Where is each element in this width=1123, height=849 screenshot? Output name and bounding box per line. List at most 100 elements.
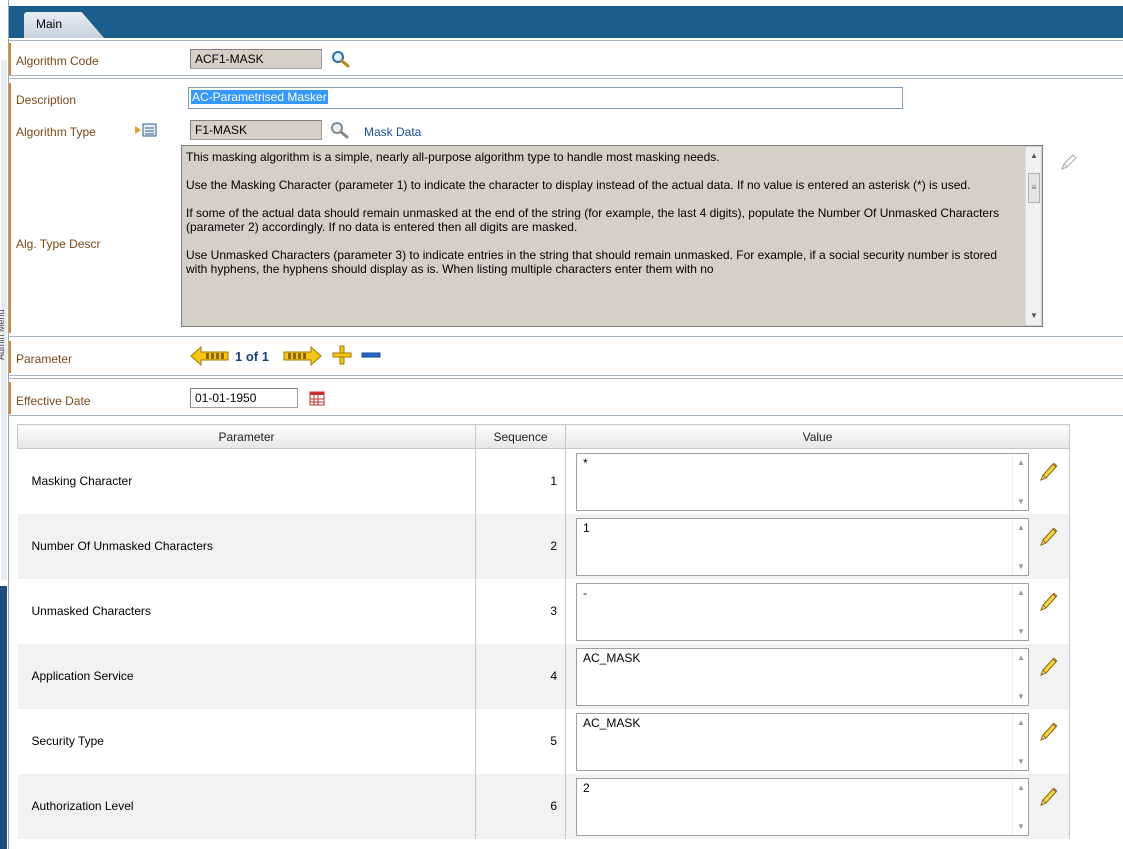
table-row: Number Of Unmasked Characters 2 1 ▲ ▼ bbox=[17, 513, 1070, 579]
previous-arrow-icon[interactable] bbox=[190, 346, 230, 366]
scroll-thumb[interactable]: ≡ bbox=[1028, 173, 1040, 203]
value-text: AC_MASK bbox=[583, 650, 641, 665]
descr-paragraph: Use Unmasked Characters (parameter 3) to… bbox=[186, 248, 998, 276]
parameter-name-cell: Masking Character bbox=[17, 448, 476, 514]
scroll-down-icon[interactable]: ▼ bbox=[1013, 822, 1029, 831]
section-marker bbox=[9, 341, 11, 373]
tab-main[interactable]: Main bbox=[24, 12, 104, 38]
scroll-down-icon[interactable]: ▼ bbox=[1013, 757, 1029, 766]
value-text: 2 bbox=[583, 780, 590, 795]
value-textarea[interactable]: 1 ▲ ▼ bbox=[576, 517, 1029, 576]
parameter-name-cell: Unmasked Characters bbox=[17, 578, 476, 644]
add-icon[interactable] bbox=[332, 345, 352, 365]
parameter-counter: 1 of 1 bbox=[235, 349, 269, 364]
descr-scrollbar[interactable]: ▲ ≡ ▼ bbox=[1025, 147, 1041, 325]
scroll-up-icon[interactable]: ▲ bbox=[1013, 458, 1029, 467]
scroll-up-icon[interactable]: ▲ bbox=[1013, 783, 1029, 792]
column-header-parameter[interactable]: Parameter bbox=[17, 424, 476, 449]
next-arrow-icon[interactable] bbox=[282, 346, 322, 366]
value-cell: AC_MASK ▲ ▼ bbox=[565, 643, 1070, 709]
value-scrollbar[interactable]: ▲ ▼ bbox=[1012, 648, 1029, 705]
parameter-name-cell: Security Type bbox=[17, 708, 476, 774]
value-scrollbar[interactable]: ▲ ▼ bbox=[1012, 454, 1028, 510]
sequence-cell: 2 bbox=[475, 513, 566, 579]
table-row: Authorization Level 6 2 ▲ ▼ bbox=[17, 773, 1070, 839]
sidebar-strip[interactable]: Admin Menu bbox=[0, 0, 9, 849]
context-menu-icon[interactable] bbox=[134, 122, 158, 138]
edit-pencil-icon[interactable] bbox=[1038, 461, 1058, 486]
algorithm-type-field[interactable]: F1-MASK bbox=[190, 120, 322, 140]
section-marker bbox=[9, 382, 11, 414]
edit-pencil-icon[interactable] bbox=[1038, 656, 1058, 681]
scroll-down-icon[interactable]: ▼ bbox=[1013, 627, 1029, 636]
value-cell: 2 ▲ ▼ bbox=[565, 773, 1070, 839]
scroll-up-icon[interactable]: ▲ bbox=[1013, 718, 1029, 727]
edit-pencil-icon[interactable] bbox=[1038, 721, 1058, 746]
value-textarea[interactable]: AC_MASK ▲ ▼ bbox=[576, 647, 1029, 706]
descr-paragraph: If some of the actual data should remain… bbox=[186, 206, 1000, 234]
value-text: - bbox=[583, 585, 587, 600]
value-cell: 1 ▲ ▼ bbox=[565, 513, 1070, 579]
parameter-table: Parameter Sequence Value Masking Charact… bbox=[17, 424, 1070, 839]
sequence-cell: 5 bbox=[475, 708, 566, 774]
value-scrollbar[interactable]: ▲ ▼ bbox=[1012, 713, 1029, 770]
parameter-name-cell: Application Service bbox=[17, 643, 476, 709]
sidebar-label[interactable]: Admin Menu bbox=[0, 270, 8, 360]
alg-type-descr-textarea[interactable]: This masking algorithm is a simple, near… bbox=[181, 145, 1043, 327]
sidebar-dark-band bbox=[0, 586, 7, 849]
description-input[interactable]: AC-Parametrised Masker bbox=[188, 87, 903, 109]
table-row: Unmasked Characters 3- ▲ ▼ bbox=[17, 578, 1070, 644]
section-marker bbox=[9, 83, 11, 333]
effective-date-input[interactable]: 01-01-1950 bbox=[190, 388, 298, 408]
value-scrollbar[interactable]: ▲ ▼ bbox=[1012, 778, 1029, 835]
edit-pencil-icon[interactable] bbox=[1058, 153, 1078, 173]
parameter-name-cell: Authorization Level bbox=[17, 773, 476, 839]
edit-pencil-icon[interactable] bbox=[1038, 786, 1058, 811]
value-textarea[interactable]: 2 ▲ ▼ bbox=[576, 777, 1029, 836]
descr-paragraph: Use the Masking Character (parameter 1) … bbox=[186, 178, 971, 192]
value-cell: - ▲ ▼ bbox=[565, 578, 1070, 644]
parameter-label: Parameter bbox=[16, 352, 73, 366]
value-text: AC_MASK bbox=[583, 715, 641, 730]
description-value: AC-Parametrised Masker bbox=[191, 90, 328, 104]
calendar-icon[interactable] bbox=[309, 390, 325, 406]
edit-pencil-icon[interactable] bbox=[1038, 526, 1058, 551]
sequence-cell: 1 bbox=[475, 448, 566, 514]
algorithm-code-field[interactable]: ACF1-MASK bbox=[190, 49, 322, 69]
search-icon[interactable] bbox=[331, 50, 351, 68]
sequence-cell: 4 bbox=[475, 643, 566, 709]
scroll-down-icon[interactable]: ▼ bbox=[1026, 309, 1042, 323]
scroll-up-icon[interactable]: ▲ bbox=[1026, 149, 1042, 163]
value-textarea[interactable]: * ▲ ▼ bbox=[576, 453, 1029, 511]
algorithm-code-label: Algorithm Code bbox=[16, 54, 99, 68]
value-scrollbar[interactable]: ▲ ▼ bbox=[1012, 583, 1029, 640]
effective-date-section: Effective Date 01-01-1950 bbox=[9, 378, 1123, 416]
edit-pencil-icon[interactable] bbox=[1038, 591, 1058, 616]
value-text: 1 bbox=[583, 520, 590, 535]
search-icon[interactable] bbox=[330, 121, 350, 139]
descr-paragraph: This masking algorithm is a simple, near… bbox=[186, 150, 720, 164]
scroll-up-icon[interactable]: ▲ bbox=[1013, 653, 1029, 662]
value-text: * bbox=[583, 456, 588, 470]
value-scrollbar[interactable]: ▲ ▼ bbox=[1012, 518, 1029, 575]
column-header-sequence[interactable]: Sequence bbox=[475, 424, 566, 449]
value-textarea[interactable]: - ▲ ▼ bbox=[576, 582, 1029, 641]
algorithm-type-link[interactable]: Mask Data bbox=[364, 125, 421, 139]
scroll-down-icon[interactable]: ▼ bbox=[1013, 562, 1029, 571]
parameter-name-cell: Number Of Unmasked Characters bbox=[17, 513, 476, 579]
sequence-cell: 3 bbox=[475, 578, 566, 644]
alg-type-descr-label: Alg. Type Descr bbox=[16, 237, 101, 251]
value-textarea[interactable]: AC_MASK ▲ ▼ bbox=[576, 712, 1029, 771]
description-label: Description bbox=[16, 93, 77, 107]
value-cell: AC_MASK ▲ ▼ bbox=[565, 708, 1070, 774]
algorithm-code-section: Algorithm Code ACF1-MASK bbox=[9, 40, 1123, 76]
parameter-nav-section: Parameter 1 of 1 bbox=[9, 336, 1123, 376]
scroll-down-icon[interactable]: ▼ bbox=[1013, 692, 1029, 701]
scroll-up-icon[interactable]: ▲ bbox=[1013, 588, 1029, 597]
scroll-down-icon[interactable]: ▼ bbox=[1013, 497, 1029, 506]
remove-icon[interactable] bbox=[361, 352, 381, 358]
table-row: Application Service 4 AC_MASK ▲ ▼ bbox=[17, 643, 1070, 709]
column-header-value[interactable]: Value bbox=[565, 424, 1070, 449]
table-header-row: Parameter Sequence Value bbox=[17, 424, 1070, 449]
scroll-up-icon[interactable]: ▲ bbox=[1013, 523, 1029, 532]
